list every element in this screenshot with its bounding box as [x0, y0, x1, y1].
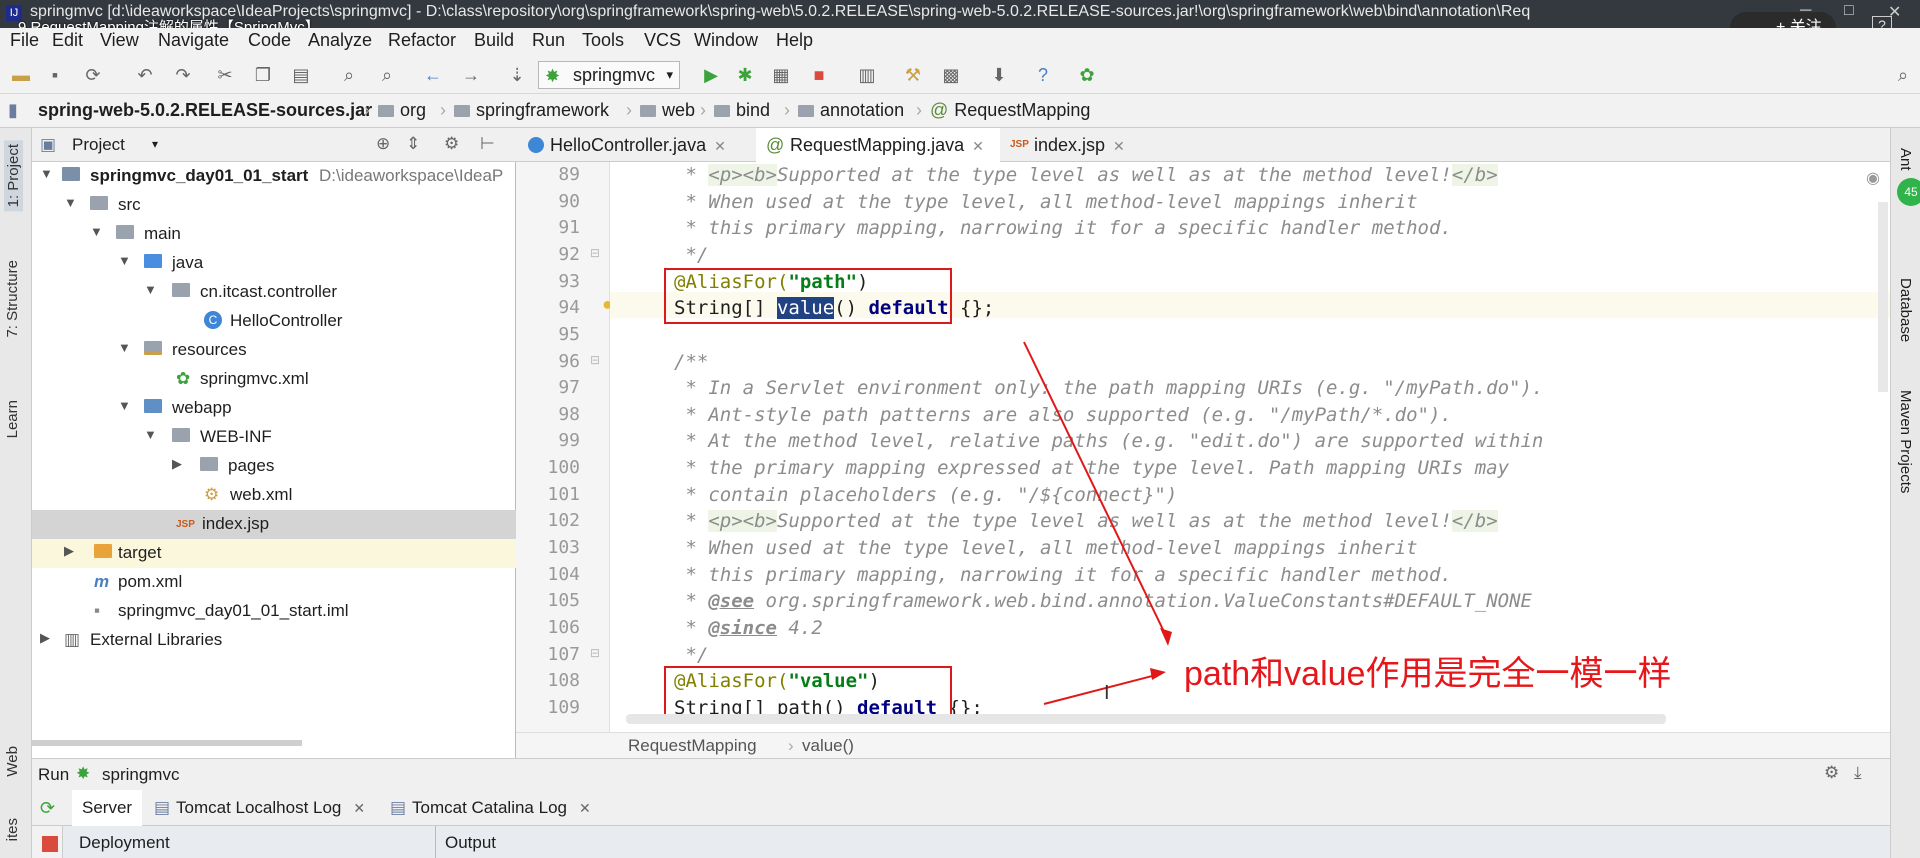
tab-label: Tomcat Catalina Log	[412, 798, 567, 817]
log-icon: ▤	[390, 798, 407, 817]
output-column-header: Output	[445, 833, 497, 852]
crumb-value[interactable]: value()	[802, 736, 854, 756]
tab-label: Tomcat Localhost Log	[176, 798, 342, 817]
run-panel-header: Run ✸ springmvc ⚙ ⤓	[32, 758, 1890, 790]
deployment-column-header: Deployment	[79, 833, 170, 852]
ant-tool-tab[interactable]: Ant	[1897, 148, 1914, 171]
tab-tomcat-catalina-log[interactable]: ▤ Tomcat Catalina Log ✕	[380, 790, 601, 826]
annotation-text: path和value作用是完全一模一样	[1184, 655, 1672, 693]
editor-structure-breadcrumb: RequestMapping › value()	[516, 732, 1890, 758]
tab-tomcat-localhost-log[interactable]: ▤ Tomcat Localhost Log ✕	[144, 790, 375, 826]
crumb-requestmapping[interactable]: RequestMapping	[628, 736, 757, 756]
rerun-icon[interactable]: ⟳	[40, 798, 55, 819]
arrow-line-to-path	[1043, 673, 1161, 705]
right-tool-stripe: Ant 45 Database Maven Projects	[1890, 128, 1920, 858]
close-icon[interactable]: ✕	[353, 800, 365, 816]
tab-server[interactable]: Server	[72, 790, 143, 826]
column-divider	[435, 826, 436, 858]
log-icon: ▤	[154, 798, 171, 817]
gear-icon[interactable]: ⚙	[1824, 763, 1839, 783]
crumb-separator: ›	[788, 736, 794, 755]
database-tool-tab[interactable]: Database	[1897, 278, 1914, 342]
arrowhead-icon	[1150, 668, 1166, 680]
hide-panel-icon[interactable]: ⤓	[1854, 763, 1862, 783]
arrowhead-icon	[1160, 628, 1172, 646]
annotation-arrows	[1023, 341, 1172, 705]
run-output-columns: Deployment Output	[62, 826, 1890, 858]
text-cursor-icon: I	[1104, 682, 1110, 704]
run-panel-tabs: ⟳ Server ▤ Tomcat Localhost Log ✕ ▤ Tomcat …	[32, 790, 1890, 826]
run-config-name: springmvc	[102, 765, 180, 784]
tomcat-icon: ✸	[76, 764, 91, 783]
arrow-line-from-value	[1023, 341, 1169, 641]
stop-icon[interactable]	[42, 836, 58, 852]
run-label: Run	[38, 765, 70, 784]
badge-icon: 45	[1897, 178, 1920, 206]
close-icon[interactable]: ✕	[579, 800, 591, 816]
maven-tool-tab[interactable]: Maven Projects	[1897, 390, 1914, 493]
